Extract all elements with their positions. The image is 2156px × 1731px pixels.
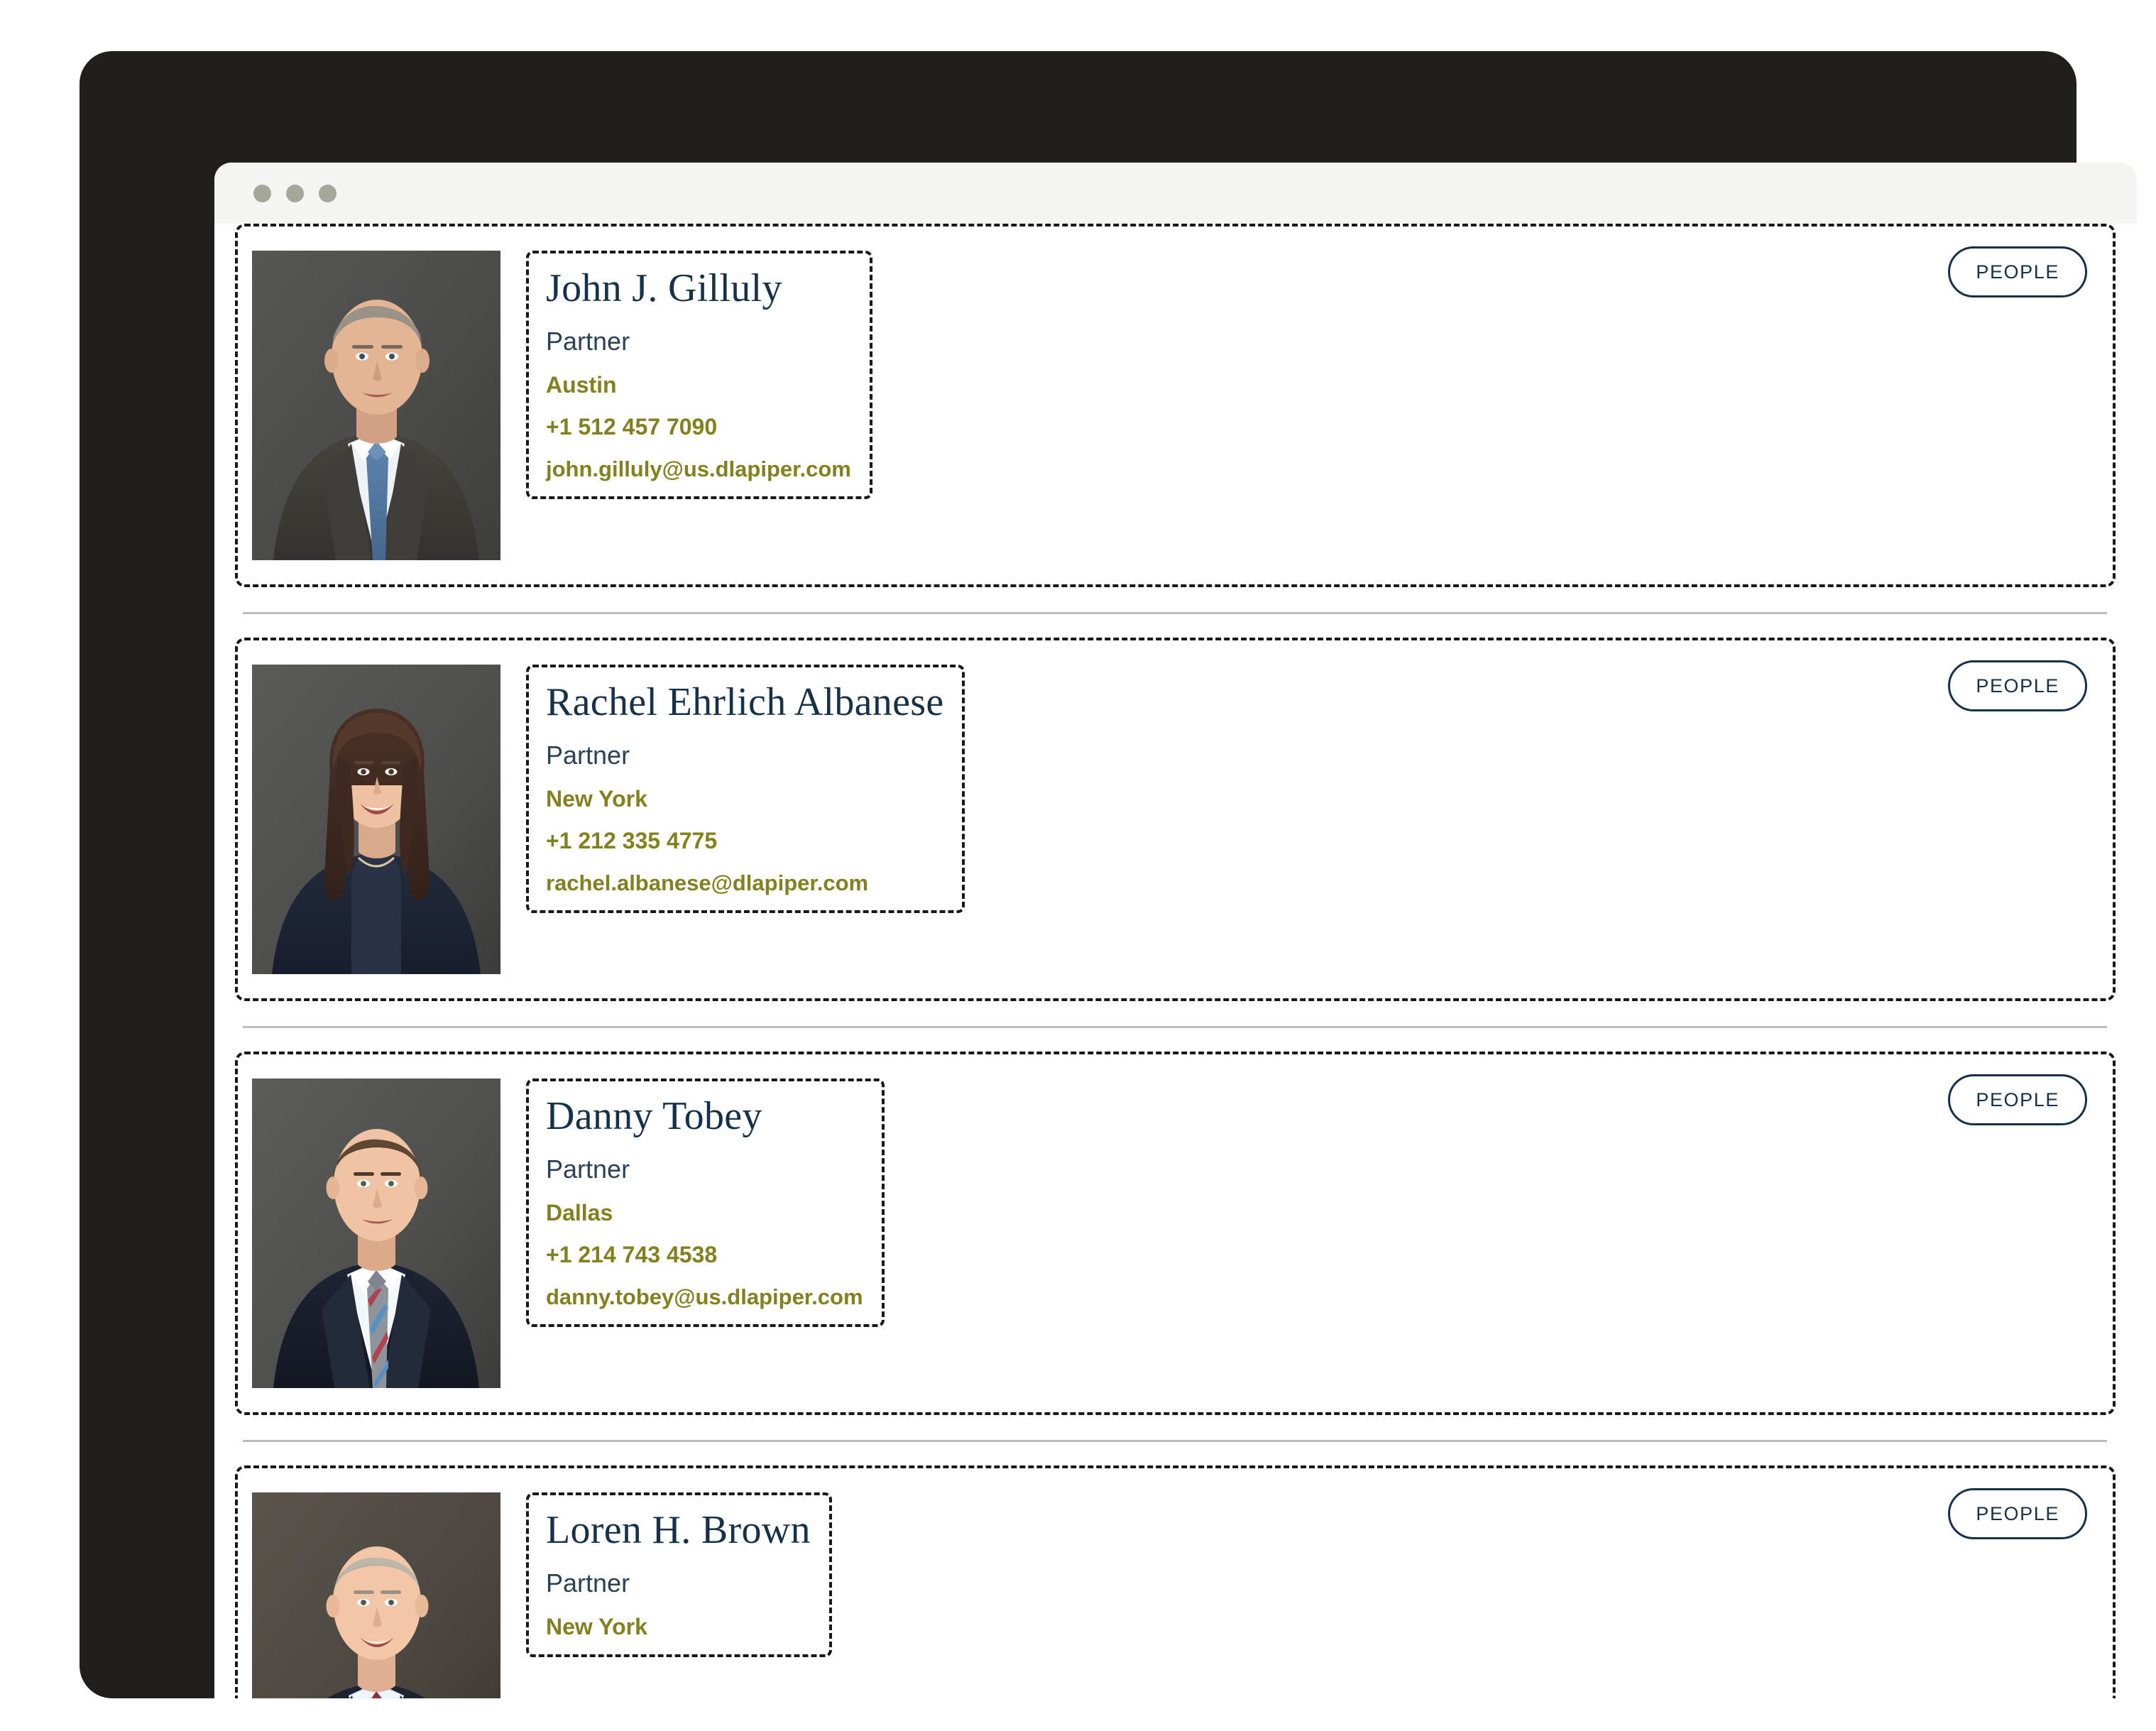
person-email[interactable]: john.gilluly@us.dlapiper.com xyxy=(546,457,851,481)
person-name[interactable]: Loren H. Brown xyxy=(546,1508,811,1553)
list-divider xyxy=(243,1440,2107,1442)
person-phone[interactable]: +1 214 743 4538 xyxy=(546,1243,863,1267)
avatar xyxy=(252,251,500,560)
person-location: Dallas xyxy=(546,1199,613,1225)
person-email[interactable]: rachel.albanese@dlapiper.com xyxy=(546,871,943,895)
person-card[interactable]: PEOPLE xyxy=(235,224,2116,587)
person-info: Rachel Ehrlich Albanese Partner New York… xyxy=(526,665,965,914)
list-divider xyxy=(243,1026,2107,1028)
portrait-john-gilluly-icon xyxy=(252,251,500,560)
person-location: Austin xyxy=(546,371,617,398)
person-card[interactable]: PEOPLE xyxy=(235,1465,2116,1698)
window-close-dot[interactable] xyxy=(253,184,271,202)
avatar xyxy=(252,665,500,974)
person-name[interactable]: John J. Gilluly xyxy=(546,266,851,311)
portrait-loren-brown-icon xyxy=(252,1492,500,1698)
person-role: Partner xyxy=(546,740,630,770)
window-maximize-dot[interactable] xyxy=(319,184,336,202)
person-role: Partner xyxy=(546,1154,630,1184)
browser-window: PEOPLE John J. Gilluly Partner Austin +1… xyxy=(214,163,2137,1698)
person-info: John J. Gilluly Partner Austin +1 512 45… xyxy=(526,251,872,500)
person-name[interactable]: Danny Tobey xyxy=(546,1094,863,1139)
status-badge[interactable]: PEOPLE xyxy=(1948,1488,2087,1539)
people-list: PEOPLE John J. Gilluly Partner Austin +1… xyxy=(214,224,2137,1698)
person-role: Partner xyxy=(546,1568,630,1598)
person-card[interactable]: PEOPLE xyxy=(235,1052,2116,1415)
person-location: New York xyxy=(546,785,647,812)
person-role: Partner xyxy=(546,326,630,356)
person-info: Loren H. Brown Partner New York xyxy=(526,1492,832,1658)
portrait-danny-tobey-icon xyxy=(252,1079,500,1388)
avatar xyxy=(252,1079,500,1388)
person-phone[interactable]: +1 212 335 4775 xyxy=(546,829,943,853)
person-card[interactable]: PEOPLE xyxy=(235,638,2116,1001)
device-frame: PEOPLE John J. Gilluly Partner Austin +1… xyxy=(80,51,2137,1698)
status-badge[interactable]: PEOPLE xyxy=(1948,660,2087,711)
list-divider xyxy=(243,612,2107,614)
browser-titlebar xyxy=(214,163,2137,224)
status-badge[interactable]: PEOPLE xyxy=(1948,1074,2087,1125)
person-email[interactable]: danny.tobey@us.dlapiper.com xyxy=(546,1285,863,1309)
person-location: New York xyxy=(546,1613,647,1639)
status-badge[interactable]: PEOPLE xyxy=(1948,246,2087,297)
portrait-rachel-albanese-icon xyxy=(252,665,500,974)
window-minimize-dot[interactable] xyxy=(286,184,304,202)
avatar xyxy=(252,1492,500,1698)
person-phone[interactable]: +1 512 457 7090 xyxy=(546,415,851,439)
person-info: Danny Tobey Partner Dallas +1 214 743 45… xyxy=(526,1079,885,1328)
person-name[interactable]: Rachel Ehrlich Albanese xyxy=(546,680,943,725)
